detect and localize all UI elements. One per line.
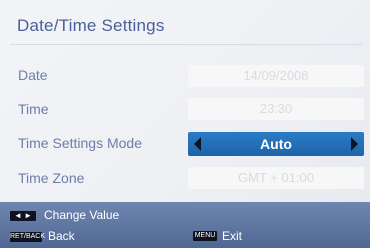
time-value-field[interactable]: 23:30 bbox=[188, 98, 364, 120]
footer-hint-bar: ◄ ► Change Value RET/BACK Back MENU Exit bbox=[0, 202, 370, 248]
change-value-hint: Change Value bbox=[44, 208, 120, 222]
date-value-field[interactable]: 14/09/2008 bbox=[188, 65, 364, 87]
back-hint: Back bbox=[48, 229, 75, 243]
exit-hint: Exit bbox=[222, 229, 243, 243]
menu-key-icon: MENU bbox=[193, 231, 217, 241]
left-right-keys-icon: ◄ ► bbox=[10, 211, 36, 221]
time-label: Time bbox=[18, 101, 49, 117]
date-label: Date bbox=[18, 67, 48, 83]
arrow-left-icon[interactable] bbox=[194, 137, 201, 151]
time-zone-value-field[interactable]: GMT + 01:00 bbox=[188, 167, 364, 189]
time-settings-mode-label: Time Settings Mode bbox=[18, 135, 142, 151]
time-settings-mode-value: Auto bbox=[260, 136, 292, 152]
return-back-key-icon: RET/BACK bbox=[10, 232, 46, 242]
page-title: Date/Time Settings bbox=[17, 16, 165, 35]
time-settings-mode-selector[interactable]: Auto bbox=[188, 132, 364, 156]
date-time-settings-screen: Date/Time Settings Date 14/09/2008 Time … bbox=[0, 0, 370, 248]
time-zone-label: Time Zone bbox=[18, 170, 85, 186]
arrow-right-icon[interactable] bbox=[351, 137, 358, 151]
title-divider bbox=[10, 44, 362, 45]
